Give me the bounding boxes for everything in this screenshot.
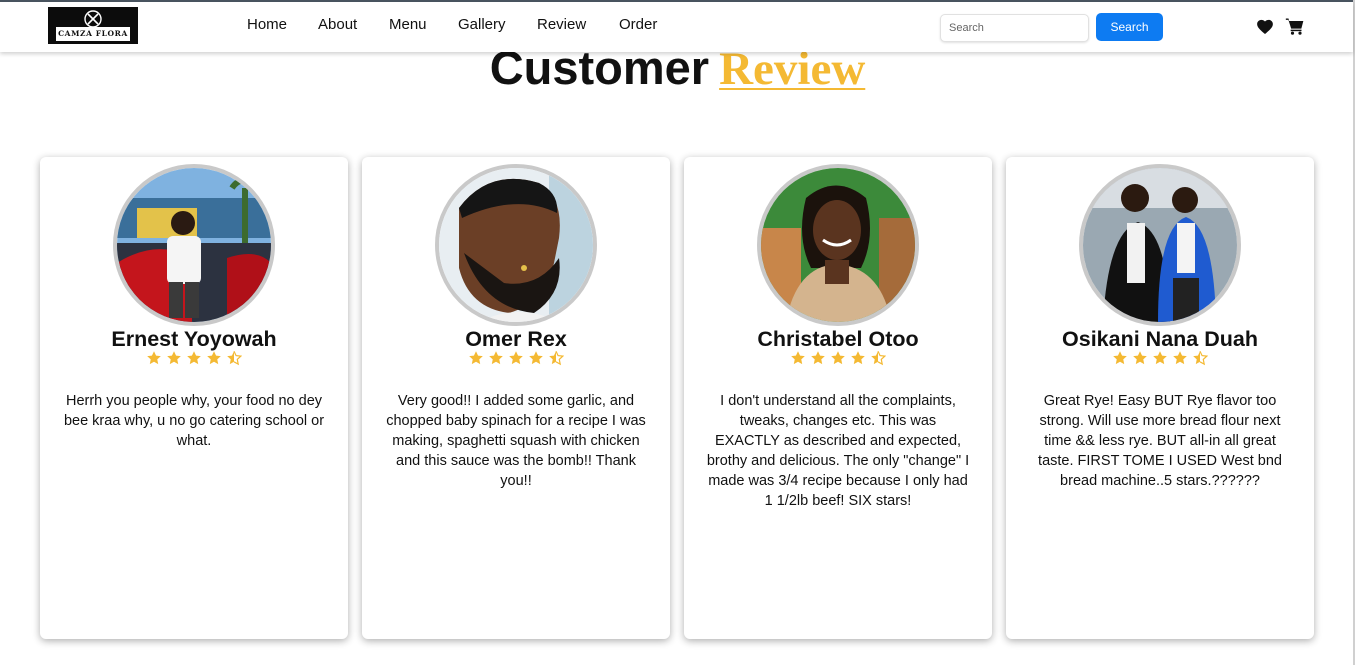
review-card: Christabel Otoo I don't understand all t… xyxy=(684,157,992,639)
star-icon xyxy=(1173,351,1187,365)
star-rating xyxy=(1006,350,1314,370)
star-icon xyxy=(167,351,181,365)
brand-logo[interactable]: CAMZA FLORA xyxy=(48,7,138,44)
review-text: I don't understand all the complaints, t… xyxy=(706,393,970,509)
star-icon xyxy=(489,351,503,365)
avatar xyxy=(757,164,919,326)
star-icon xyxy=(1153,351,1167,365)
reviewer-name: Osikani Nana Duah xyxy=(1062,327,1258,351)
star-icon xyxy=(851,351,865,365)
review-card: Osikani Nana Duah Great Rye! Easy BUT Ry… xyxy=(1006,157,1314,639)
star-icon xyxy=(529,351,543,365)
reviewer-name: Ernest Yoyowah xyxy=(111,327,277,351)
star-icon xyxy=(831,351,845,365)
star-half-icon xyxy=(227,350,242,366)
star-half-icon xyxy=(871,350,886,366)
nav-home[interactable]: Home xyxy=(247,16,287,33)
review-card: Ernest Yoyowah Herrh you people why, you… xyxy=(40,157,348,639)
star-half-icon xyxy=(549,350,564,366)
search-input[interactable] xyxy=(940,14,1089,42)
search-button[interactable]: Search xyxy=(1096,13,1163,41)
review-text: Herrh you people why, your food no dey b… xyxy=(63,393,325,449)
avatar xyxy=(1079,164,1241,326)
nav-order[interactable]: Order xyxy=(619,16,657,33)
nav-menu[interactable]: Menu xyxy=(389,16,427,33)
star-icon xyxy=(207,351,221,365)
star-icon xyxy=(1113,351,1127,365)
star-icon xyxy=(147,351,161,365)
reviewer-name: Omer Rex xyxy=(465,327,567,351)
star-icon xyxy=(791,351,805,365)
star-rating xyxy=(40,350,348,370)
star-icon xyxy=(187,351,201,365)
reviewer-name: Christabel Otoo xyxy=(757,327,919,351)
star-rating xyxy=(684,350,992,370)
review-text: Very good!! I added some garlic, and cho… xyxy=(386,393,646,489)
avatar xyxy=(113,164,275,326)
heart-icon[interactable] xyxy=(1256,18,1274,36)
logo-text: CAMZA FLORA xyxy=(56,29,130,39)
nav-review[interactable]: Review xyxy=(537,16,586,33)
nav-about[interactable]: About xyxy=(318,16,357,33)
cart-icon[interactable] xyxy=(1285,16,1305,36)
star-rating xyxy=(362,350,670,370)
review-text: Great Rye! Easy BUT Rye flavor too stron… xyxy=(1038,393,1282,489)
avatar xyxy=(435,164,597,326)
nav-gallery[interactable]: Gallery xyxy=(458,16,506,33)
star-half-icon xyxy=(1193,350,1208,366)
star-icon xyxy=(469,351,483,365)
star-icon xyxy=(1133,351,1147,365)
star-icon xyxy=(509,351,523,365)
star-icon xyxy=(811,351,825,365)
navbar: CAMZA FLORA Home About Menu Gallery Revi… xyxy=(0,2,1353,52)
review-card: Omer Rex Very good!! I added some garlic… xyxy=(362,157,670,639)
